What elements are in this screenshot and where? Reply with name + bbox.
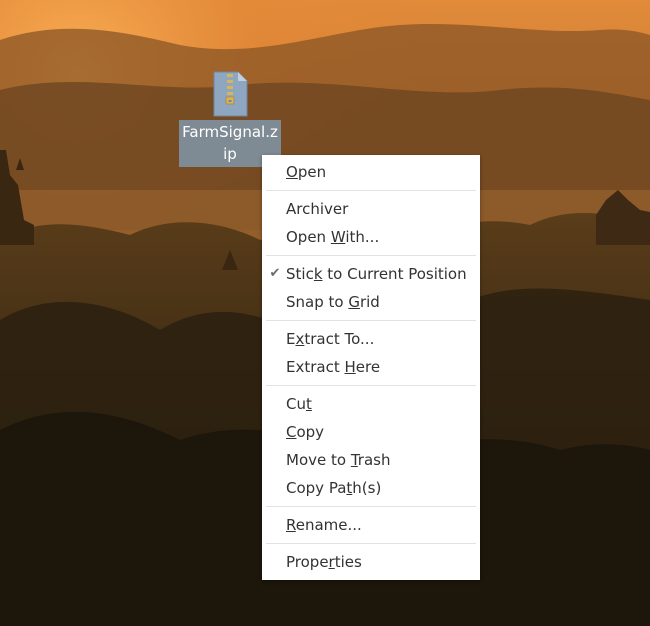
menu-separator (266, 543, 476, 544)
menu-item-label: Properties (286, 553, 362, 571)
menu-item-move-to-trash[interactable]: Move to Trash (262, 446, 480, 474)
menu-item-copy-paths[interactable]: Copy Path(s) (262, 474, 480, 502)
menu-item-open[interactable]: Open (262, 158, 480, 186)
menu-item-stick-to-current-position[interactable]: ✔ Stick to Current Position (262, 260, 480, 288)
menu-item-archiver[interactable]: Archiver (262, 195, 480, 223)
menu-item-properties[interactable]: Properties (262, 548, 480, 576)
menu-item-label: Archiver (286, 200, 349, 218)
menu-separator (266, 255, 476, 256)
menu-item-label: Snap to Grid (286, 293, 380, 311)
menu-item-label: Rename... (286, 516, 362, 534)
menu-item-label: Cut (286, 395, 312, 413)
menu-item-label: Extract To... (286, 330, 375, 348)
menu-item-cut[interactable]: Cut (262, 390, 480, 418)
menu-separator (266, 320, 476, 321)
menu-item-extract-to[interactable]: Extract To... (262, 325, 480, 353)
menu-item-copy[interactable]: Copy (262, 418, 480, 446)
menu-item-label: Open (286, 163, 327, 181)
zip-archive-icon (213, 71, 248, 117)
checkmark-icon: ✔ (269, 266, 281, 281)
menu-item-label: Extract Here (286, 358, 381, 376)
menu-item-label: Open With... (286, 228, 380, 246)
menu-item-label: Stick to Current Position (286, 265, 467, 283)
menu-separator (266, 506, 476, 507)
menu-item-label: Move to Trash (286, 451, 391, 469)
menu-item-extract-here[interactable]: Extract Here (262, 353, 480, 381)
menu-separator (266, 385, 476, 386)
menu-item-snap-to-grid[interactable]: Snap to Grid (262, 288, 480, 316)
menu-item-label: Copy Path(s) (286, 479, 382, 497)
menu-item-label: Copy (286, 423, 325, 441)
zip-file-desktop-icon[interactable]: FarmSignal.zip (179, 71, 281, 167)
menu-item-rename[interactable]: Rename... (262, 511, 480, 539)
menu-separator (266, 190, 476, 191)
context-menu: Open Archiver Open With... ✔ Stick to Cu… (262, 155, 480, 580)
menu-item-open-with[interactable]: Open With... (262, 223, 480, 251)
